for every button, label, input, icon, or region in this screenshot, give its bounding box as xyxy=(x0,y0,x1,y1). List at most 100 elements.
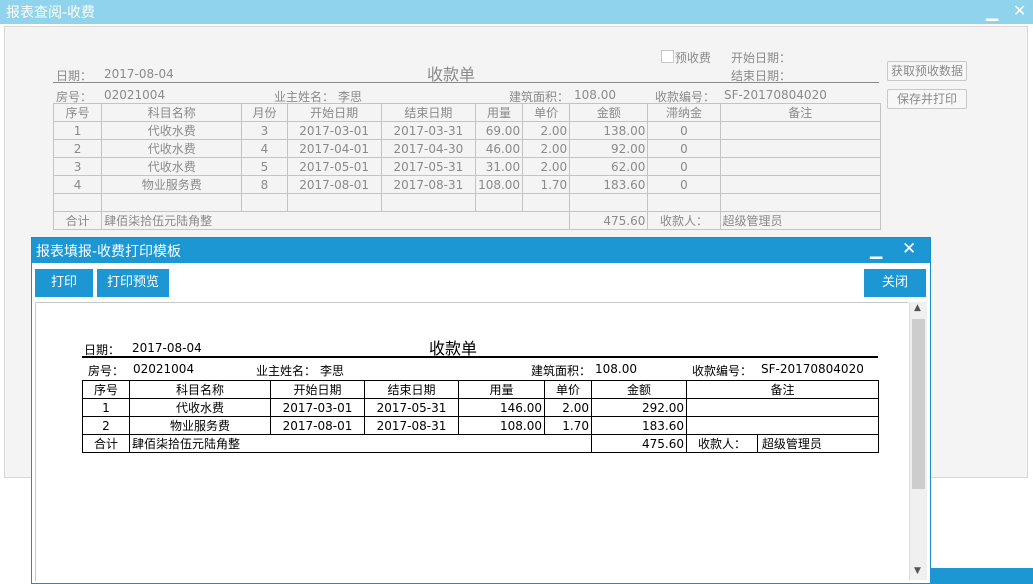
cell: 物业服务费 xyxy=(129,416,271,435)
bg-total-words: 肆佰柒拾伍元陆角整 xyxy=(101,211,571,230)
cell: 2017-03-01 xyxy=(270,398,365,417)
vertical-scrollbar[interactable]: ▲ ▼ xyxy=(909,302,927,580)
bg-cell: 2017-05-31 xyxy=(380,157,476,176)
total-label: 合计 xyxy=(82,434,130,453)
bg-cell xyxy=(719,175,882,194)
bg-table-row: 2 代收水费 4 2017-04-01 2017-04-30 46.00 2.0… xyxy=(52,139,882,158)
bg-header-cell: 开始日期 xyxy=(286,103,382,122)
cell: 146.00 xyxy=(458,398,545,417)
bg-cell: 2017-08-31 xyxy=(380,175,476,194)
room-value: 02021004 xyxy=(133,362,195,376)
dialog-minimize-icon[interactable]: ▁ xyxy=(870,240,882,259)
dialog-close-icon[interactable]: ✕ xyxy=(902,239,916,259)
header-cell: 序号 xyxy=(82,380,130,399)
prepay-label: 预收费 xyxy=(675,51,712,65)
bg-cell: 2017-03-01 xyxy=(286,121,382,140)
start-date-label: 开始日期： xyxy=(731,51,792,65)
bg-cell: 代收水费 xyxy=(101,139,243,158)
bg-cell: 62.00 xyxy=(569,157,649,176)
bg-area-value: 108.00 xyxy=(574,88,616,102)
close-icon[interactable]: ✕ xyxy=(1013,1,1026,20)
bg-cell: 92.00 xyxy=(569,139,649,158)
bg-cell: 5 xyxy=(241,157,288,176)
save-print-button[interactable]: 保存并打印 xyxy=(887,89,967,109)
owner-value: 李思 xyxy=(320,364,345,378)
bg-cell: 69.00 xyxy=(474,121,524,140)
print-template-dialog: 报表填报-收费打印模板 ▁ ✕ 打印 打印预览 关闭 收款单 日期： 2017-… xyxy=(31,237,931,584)
bg-cell xyxy=(719,139,882,158)
print-table-header-row: 序号 科目名称 开始日期 结束日期 用量 单价 金额 备注 xyxy=(82,380,879,399)
no-value: SF-20170804020 xyxy=(761,362,864,376)
area-label: 建筑面积： xyxy=(531,364,592,378)
table-row: 1 代收水费 2017-03-01 2017-05-31 146.00 2.00… xyxy=(82,398,879,417)
bg-cell: 3 xyxy=(241,121,288,140)
bg-cell: 0 xyxy=(647,175,721,194)
bg-cell: 物业服务费 xyxy=(101,175,243,194)
bg-cell: 108.00 xyxy=(474,175,524,194)
dialog-title: 报表填报-收费打印模板 xyxy=(36,244,182,260)
header-cell: 科目名称 xyxy=(129,380,271,399)
bg-cell: 183.60 xyxy=(569,175,649,194)
cell: 108.00 xyxy=(458,416,545,435)
bg-header-cell: 滞纳金 xyxy=(647,103,721,122)
bg-payee-label: 收款人： xyxy=(647,211,721,230)
total-words: 肆佰柒拾伍元陆角整 xyxy=(129,434,592,453)
bg-cell: 0 xyxy=(647,157,721,176)
scrollbar-thumb[interactable] xyxy=(912,319,925,489)
bg-header-cell: 备注 xyxy=(719,103,882,122)
bg-table-row: 4 物业服务费 8 2017-08-01 2017-08-31 108.00 1… xyxy=(52,175,882,194)
bg-date-value: 2017-08-04 xyxy=(104,67,174,81)
bg-header-cell: 用量 xyxy=(474,103,524,122)
bg-header-cell: 科目名称 xyxy=(101,103,243,122)
bg-no-value: SF-20170804020 xyxy=(724,88,827,102)
bg-payee-value: 超级管理员 xyxy=(719,211,882,230)
cell: 1.70 xyxy=(544,416,592,435)
prepay-checkbox[interactable] xyxy=(661,50,674,63)
cell xyxy=(686,416,879,435)
cell: 292.00 xyxy=(591,398,687,417)
bg-cell: 138.00 xyxy=(569,121,649,140)
owner-label: 业主姓名： xyxy=(256,364,317,378)
dialog-title-bar: 报表填报-收费打印模板 ▁ ✕ xyxy=(32,238,930,263)
doc-divider xyxy=(82,356,878,358)
bg-fee-table: 序号 科目名称 月份 开始日期 结束日期 用量 单价 金额 滞纳金 备注 1 代… xyxy=(52,103,882,230)
header-cell: 开始日期 xyxy=(270,380,365,399)
no-label: 收款编号： xyxy=(692,364,753,378)
bg-cell xyxy=(719,121,882,140)
scroll-up-icon[interactable]: ▲ xyxy=(914,303,921,313)
print-preview-area: 收款单 日期： 2017-08-04 房号： 02021004 业主姓名： 李思… xyxy=(35,302,908,581)
payee-label: 收款人： xyxy=(687,435,758,452)
taskbar-fragment xyxy=(930,568,1033,584)
total-amount: 475.60 xyxy=(591,434,687,453)
bg-table-row: 3 代收水费 5 2017-05-01 2017-05-31 31.00 2.0… xyxy=(52,157,882,176)
print-preview-button[interactable]: 打印预览 xyxy=(97,269,169,297)
room-label: 房号： xyxy=(88,364,125,378)
bg-cell: 8 xyxy=(241,175,288,194)
cell: 1 xyxy=(82,398,130,417)
bg-cell: 2017-08-01 xyxy=(286,175,382,194)
cell: 代收水费 xyxy=(129,398,271,417)
bg-total-label: 合计 xyxy=(52,211,103,230)
print-button[interactable]: 打印 xyxy=(35,269,93,297)
bg-cell: 2017-05-01 xyxy=(286,157,382,176)
date-value: 2017-08-04 xyxy=(132,341,202,355)
bg-cell: 2 xyxy=(52,139,103,158)
bg-cell: 2.00 xyxy=(522,157,571,176)
bg-header-cell: 金额 xyxy=(569,103,649,122)
header-cell: 金额 xyxy=(591,380,687,399)
bg-table-empty-row xyxy=(52,193,882,212)
bg-table-header-row: 序号 科目名称 月份 开始日期 结束日期 用量 单价 金额 滞纳金 备注 xyxy=(52,103,882,122)
bg-cell: 0 xyxy=(647,139,721,158)
cell xyxy=(686,398,879,417)
header-cell: 用量 xyxy=(458,380,545,399)
close-button[interactable]: 关闭 xyxy=(864,269,926,297)
bg-total-amount: 475.60 xyxy=(569,211,649,230)
bg-header-cell: 月份 xyxy=(241,103,288,122)
header-cell: 结束日期 xyxy=(364,380,459,399)
minimize-icon[interactable]: ▁ xyxy=(986,2,998,21)
bg-cell: 1 xyxy=(52,121,103,140)
bg-cell: 4 xyxy=(52,175,103,194)
scroll-down-icon[interactable]: ▼ xyxy=(914,566,921,576)
fetch-prepay-button[interactable]: 获取预收数据 xyxy=(887,61,967,81)
bg-cell: 46.00 xyxy=(474,139,524,158)
